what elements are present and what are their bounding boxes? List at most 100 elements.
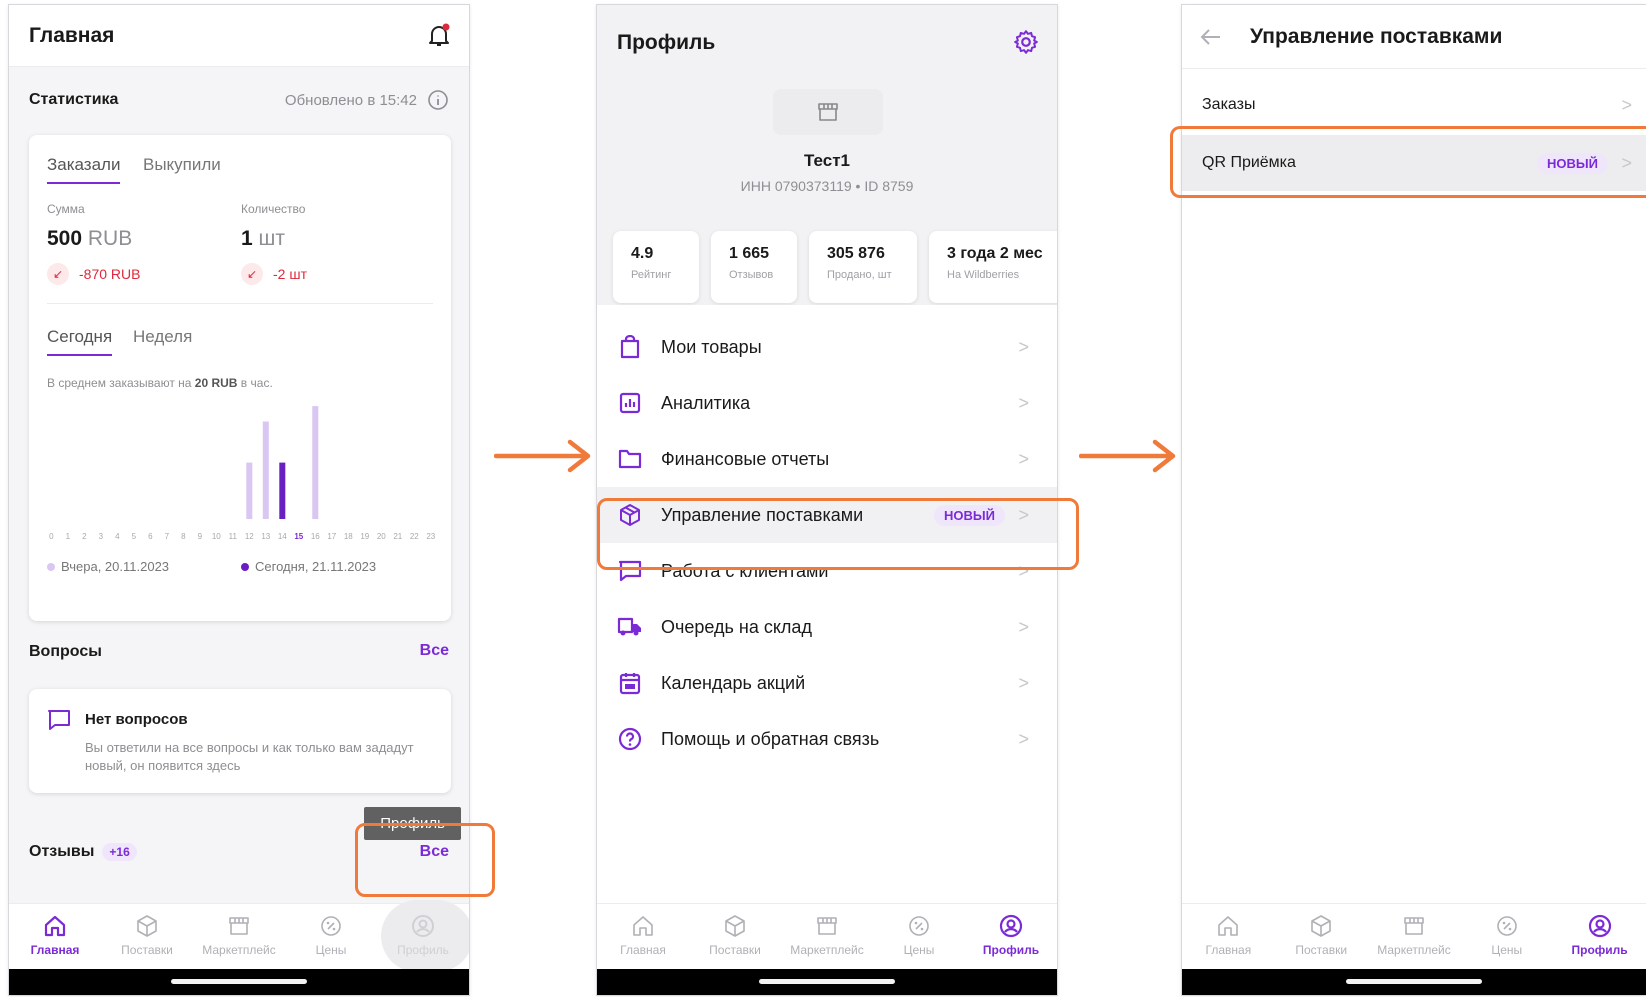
updated-time: Обновлено в 15:42: [284, 92, 417, 109]
help-icon: [617, 726, 643, 752]
header: Управление поставками: [1182, 5, 1646, 69]
divider: [47, 303, 433, 304]
page-title: Управление поставками: [1250, 24, 1503, 48]
questions-all-link[interactable]: Все: [420, 642, 449, 660]
tab-profile[interactable]: Профиль: [377, 900, 469, 972]
chart-tick-label: 12: [245, 532, 254, 541]
chevron-right-icon: >: [1018, 560, 1029, 581]
chevron-right-icon: >: [1018, 616, 1029, 637]
box-icon: [137, 915, 157, 937]
tab-marketplace[interactable]: Маркетплейс: [781, 904, 873, 969]
chevron-right-icon: >: [1018, 504, 1029, 525]
info-icon[interactable]: [427, 89, 449, 116]
profile-icon: [412, 915, 434, 937]
menu-item-my-products[interactable]: Мои товары >: [597, 319, 1057, 375]
menu-item-warehouse-queue[interactable]: Очередь на склад >: [597, 599, 1057, 655]
store-icon: [1404, 917, 1424, 935]
list-item-qr-acceptance[interactable]: QR Приёмка НОВЫЙ >: [1182, 135, 1646, 191]
chart-tick-label: 7: [165, 532, 170, 541]
tab-today[interactable]: Сегодня: [47, 327, 113, 356]
discount-icon: [321, 916, 341, 936]
stat-rating: 4.9 Рейтинг: [613, 231, 699, 303]
tab-bought[interactable]: Выкупили: [143, 155, 221, 175]
chart-tick-label: 18: [344, 532, 353, 541]
store-icon: [818, 103, 838, 121]
back-arrow-icon[interactable]: [1200, 28, 1222, 46]
flow-diagram: Главная Статистика Обновлено в 15:42 Зак…: [0, 0, 1646, 997]
home-screen: Главная Статистика Обновлено в 15:42 Зак…: [8, 4, 470, 996]
tab-ordered[interactable]: Заказали: [47, 155, 121, 184]
tab-home[interactable]: Главная: [1182, 904, 1275, 969]
chart-tick-label: 22: [410, 532, 419, 541]
stats-card: Заказали Выкупили Сумма 500 RUB ↙ -870 RU…: [29, 135, 451, 621]
qty-label: Количество: [241, 202, 306, 216]
bag-icon: [617, 334, 643, 360]
no-questions-card: Нет вопросов Вы ответили на все вопросы …: [29, 689, 451, 793]
list-item-orders[interactable]: Заказы >: [1182, 79, 1646, 131]
stat-tenure: 3 года 2 мес На Wildberries: [929, 231, 1057, 303]
sum-delta: ↙ -870 RUB: [47, 263, 140, 285]
chart-tick-label: 4: [115, 532, 120, 541]
home-indicator: [597, 969, 1057, 995]
chart-tick-label: 23: [426, 532, 435, 541]
tab-prices[interactable]: Цены: [285, 904, 377, 969]
seller-meta: ИНН 0790373119 • ID 8759: [740, 178, 914, 194]
tab-supplies[interactable]: Поставки: [101, 904, 193, 969]
new-badge: НОВЫЙ: [934, 504, 1005, 526]
tab-prices[interactable]: Цены: [873, 904, 965, 969]
menu-item-analytics[interactable]: Аналитика >: [597, 375, 1057, 431]
analytics-icon: [617, 390, 643, 416]
chevron-right-icon: >: [1018, 672, 1029, 693]
tab-marketplace[interactable]: Маркетплейс: [193, 904, 285, 969]
settings-gear-icon[interactable]: [1013, 29, 1039, 60]
chart-tick-label: 19: [360, 532, 369, 541]
qty-value: 1 шт: [241, 227, 285, 250]
profile-icon: [999, 914, 1023, 938]
tab-week[interactable]: Неделя: [133, 327, 192, 347]
store-icon: [817, 917, 837, 935]
menu-item-financial-reports[interactable]: Финансовые отчеты >: [597, 431, 1057, 487]
chart-tick-label: 3: [99, 532, 104, 541]
home-indicator: [9, 969, 469, 995]
chart-tick-label: 9: [198, 532, 203, 541]
menu-item-help[interactable]: Помощь и обратная связь >: [597, 711, 1057, 767]
chat-icon: [47, 709, 71, 736]
chart-tick-label: 11: [229, 532, 238, 541]
page-title: Профиль: [617, 31, 716, 54]
chart-tick-label: 15: [294, 532, 303, 541]
store-avatar: [773, 89, 883, 135]
chevron-right-icon: >: [1018, 728, 1029, 749]
profile-icon: [1588, 914, 1611, 938]
calendar-icon: [617, 670, 643, 696]
stat-sold: 305 876 Продано, шт: [809, 231, 917, 303]
tab-supplies[interactable]: Поставки: [689, 904, 781, 969]
menu-item-promo-calendar[interactable]: Календарь акций >: [597, 655, 1057, 711]
sum-label: Сумма: [47, 202, 85, 216]
reviews-all-link[interactable]: Все: [420, 843, 449, 861]
menu-item-customer-work[interactable]: Работа с клиентами >: [597, 543, 1057, 599]
chart-tick-label: 17: [327, 532, 336, 541]
tab-supplies[interactable]: Поставки: [1275, 904, 1368, 969]
chart-tick-label: 2: [82, 532, 87, 541]
chart-tick-label: 13: [261, 532, 270, 541]
chart-tick-label: 8: [181, 532, 186, 541]
tab-profile[interactable]: Профиль: [965, 904, 1057, 969]
bell-icon[interactable]: [427, 23, 451, 54]
supply-management-screen: Управление поставками Заказы > QR Приёмка…: [1181, 4, 1646, 996]
tab-marketplace[interactable]: Маркетплейс: [1368, 904, 1461, 969]
discount-icon: [1496, 916, 1517, 936]
store-icon: [229, 917, 249, 935]
tab-prices[interactable]: Цены: [1460, 904, 1553, 969]
chevron-right-icon: >: [1018, 392, 1029, 413]
profile-screen: Профиль Тест1 ИНН 0790373119 • ID 8759 4…: [596, 4, 1058, 996]
tab-home[interactable]: Главная: [9, 904, 101, 969]
page-title: Главная: [29, 23, 115, 47]
chart-tick-label: 16: [311, 532, 320, 541]
chart-tick-label: 0: [49, 532, 54, 541]
menu-item-supply-management[interactable]: Управление поставками НОВЫЙ >: [597, 487, 1057, 543]
tab-profile[interactable]: Профиль: [1553, 904, 1646, 969]
qty-delta: ↙ -2 шт: [241, 263, 307, 285]
tab-home[interactable]: Главная: [597, 904, 689, 969]
questions-heading: Вопросы: [29, 643, 102, 660]
box-icon: [1311, 915, 1331, 937]
